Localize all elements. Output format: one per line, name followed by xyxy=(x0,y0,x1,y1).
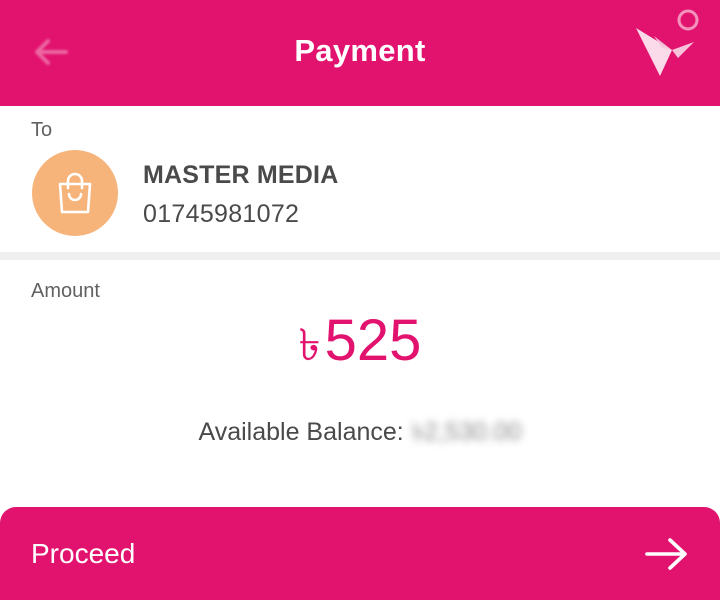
to-label: To xyxy=(31,119,53,141)
section-divider xyxy=(0,252,720,260)
shopping-bag-icon xyxy=(58,172,92,214)
amount-display[interactable]: ৳525 xyxy=(0,306,720,381)
amount-value: 525 xyxy=(324,308,422,373)
merchant-name: MASTER MEDIA xyxy=(143,161,339,189)
proceed-label: Proceed xyxy=(31,537,136,569)
balance-value: ৳2,530.00 xyxy=(411,418,522,446)
bkash-bird-logo xyxy=(632,6,702,86)
app-header: Payment xyxy=(0,0,720,106)
currency-symbol: ৳ xyxy=(298,321,321,370)
proceed-button[interactable]: Proceed xyxy=(0,507,720,600)
balance-label: Available Balance: xyxy=(198,418,404,446)
page-title: Payment xyxy=(294,33,426,68)
amount-label: Amount xyxy=(31,280,100,302)
arrow-left-icon xyxy=(35,39,68,65)
merchant-number: 01745981072 xyxy=(143,200,300,228)
back-button[interactable] xyxy=(30,34,70,70)
amount-section: Amount ৳525 Available Balance: ৳2,530.00 xyxy=(0,260,720,506)
arrow-right-icon xyxy=(645,537,687,570)
available-balance: Available Balance: ৳2,530.00 xyxy=(0,412,720,455)
merchant-avatar xyxy=(32,150,118,236)
recipient-section: To MASTER MEDIA 01745981072 xyxy=(0,106,720,252)
